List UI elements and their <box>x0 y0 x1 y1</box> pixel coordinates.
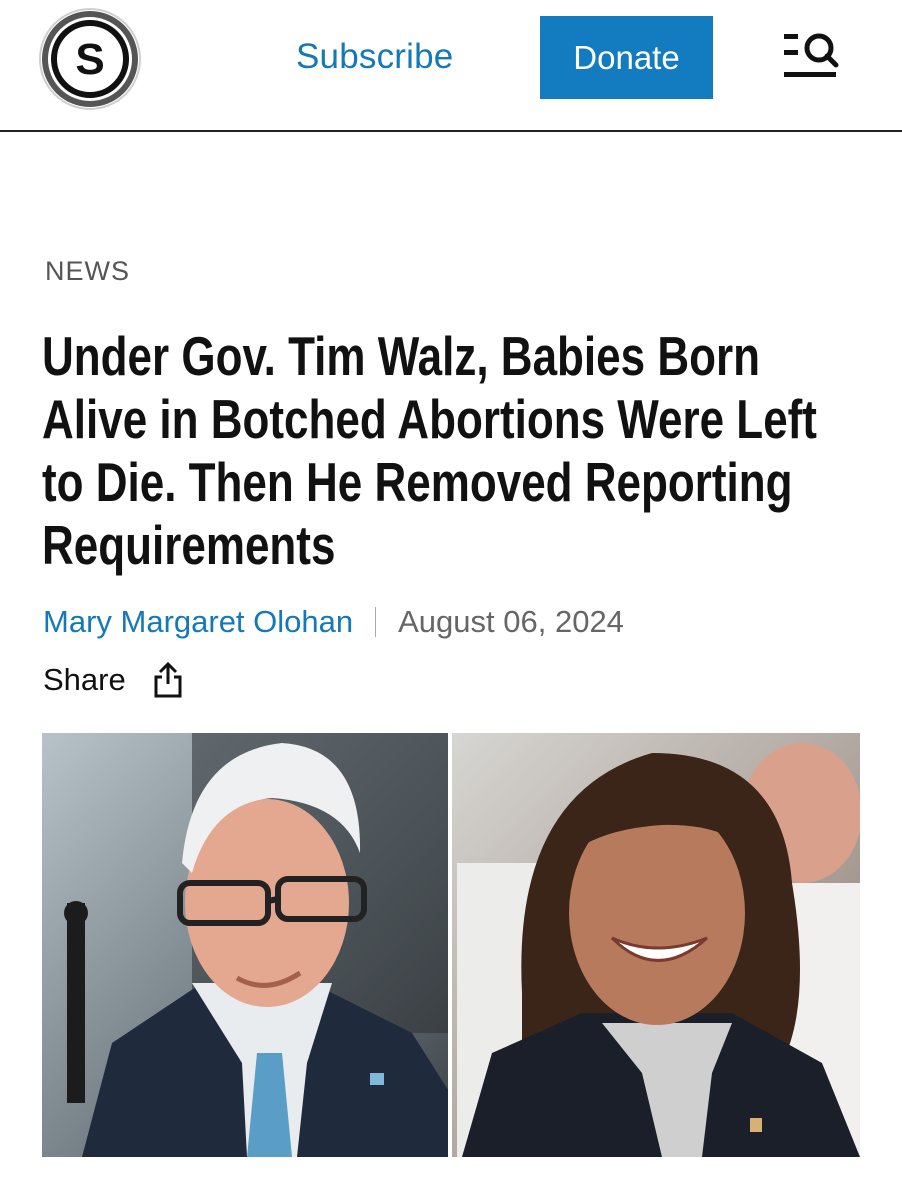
share-label[interactable]: Share <box>43 660 126 700</box>
site-logo[interactable]: S <box>38 7 142 111</box>
menu-search-button[interactable] <box>782 30 840 82</box>
article-headline: Under Gov. Tim Walz, Babies Born Alive i… <box>42 325 817 576</box>
share-button[interactable] <box>152 660 184 700</box>
author-link[interactable]: Mary Margaret Olohan <box>43 604 353 639</box>
logo-icon: S <box>39 8 141 110</box>
site-header: S Subscribe Donate <box>0 0 902 132</box>
donate-button[interactable]: Donate <box>540 16 713 99</box>
byline: Mary Margaret Olohan August 06, 2024 <box>43 602 624 642</box>
article-photo <box>42 733 860 1157</box>
publish-date: August 06, 2024 <box>398 604 624 639</box>
share-icon <box>154 661 182 698</box>
article-category[interactable]: NEWS <box>45 256 130 287</box>
logo-letter: S <box>75 35 104 84</box>
photo-illustration <box>42 733 860 1157</box>
subscribe-link[interactable]: Subscribe <box>296 34 453 80</box>
menu-search-icon <box>784 33 839 77</box>
byline-divider <box>375 607 377 637</box>
